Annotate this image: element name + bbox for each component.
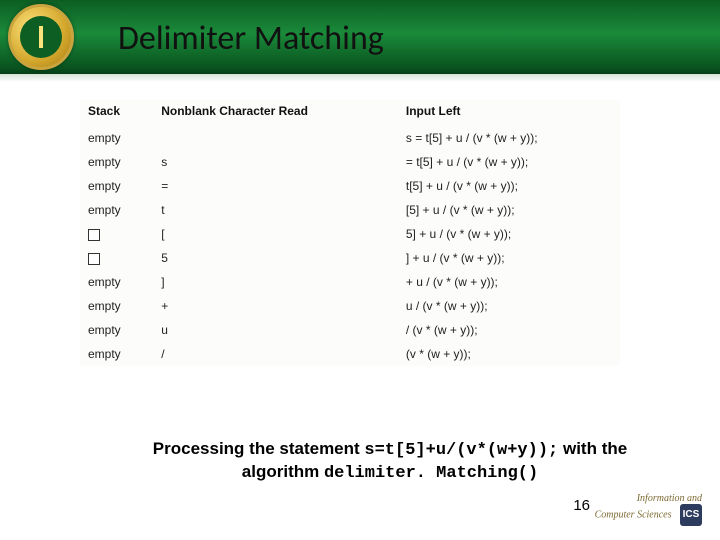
footer-line-2: Computer Sciences bbox=[595, 509, 672, 520]
university-logo bbox=[8, 4, 74, 70]
page-number: 16 bbox=[573, 497, 590, 514]
table-row: emptyt[5] + u / (v * (w + y)); bbox=[80, 198, 620, 222]
input-cell: ] + u / (v * (w + y)); bbox=[398, 246, 620, 270]
input-cell: = t[5] + u / (v * (w + y)); bbox=[398, 150, 620, 174]
caption-prefix: Processing the statement bbox=[153, 439, 365, 458]
table-row: empty/(v * (w + y)); bbox=[80, 342, 620, 366]
read-cell: t bbox=[153, 198, 398, 222]
table-row: 5] + u / (v * (w + y)); bbox=[80, 246, 620, 270]
read-cell bbox=[153, 126, 398, 150]
slide-title: Delimiter Matching bbox=[118, 18, 384, 59]
input-cell: 5] + u / (v * (w + y)); bbox=[398, 222, 620, 246]
table-row: emptyu/ (v * (w + y)); bbox=[80, 318, 620, 342]
read-cell: 5 bbox=[153, 246, 398, 270]
trace-table-container: Stack Nonblank Character Read Input Left… bbox=[80, 100, 620, 366]
stack-cell: empty bbox=[80, 174, 153, 198]
input-cell: u / (v * (w + y)); bbox=[398, 294, 620, 318]
read-cell: ] bbox=[153, 270, 398, 294]
slide-header: Delimiter Matching bbox=[0, 0, 720, 76]
input-cell: [5] + u / (v * (w + y)); bbox=[398, 198, 620, 222]
input-cell: s = t[5] + u / (v * (w + y)); bbox=[398, 126, 620, 150]
stack-cell bbox=[80, 222, 153, 246]
table-row: empty s = t[5] + u / (v * (w + y)); bbox=[80, 126, 620, 150]
table-row: empty=t[5] + u / (v * (w + y)); bbox=[80, 174, 620, 198]
col-read: Nonblank Character Read bbox=[153, 100, 398, 126]
input-cell: t[5] + u / (v * (w + y)); bbox=[398, 174, 620, 198]
ics-badge-icon: ICS bbox=[680, 504, 702, 526]
department-logo: Information and Computer Sciences ICS bbox=[595, 494, 702, 527]
col-stack: Stack bbox=[80, 100, 153, 126]
stack-cell: empty bbox=[80, 270, 153, 294]
input-cell: + u / (v * (w + y)); bbox=[398, 270, 620, 294]
trace-table: Stack Nonblank Character Read Input Left… bbox=[80, 100, 620, 366]
stack-cell bbox=[80, 246, 153, 270]
read-cell: = bbox=[153, 174, 398, 198]
stack-cell: empty bbox=[80, 342, 153, 366]
read-cell: u bbox=[153, 318, 398, 342]
input-cell: (v * (w + y)); bbox=[398, 342, 620, 366]
read-cell: s bbox=[153, 150, 398, 174]
stack-box-icon bbox=[88, 229, 100, 241]
logo-center-icon bbox=[20, 16, 62, 58]
caption: Processing the statement s=t[5]+u/(v*(w+… bbox=[130, 438, 650, 485]
stack-cell: empty bbox=[80, 126, 153, 150]
read-cell: / bbox=[153, 342, 398, 366]
caption-alg: delimiter. Matching() bbox=[324, 464, 538, 483]
caption-code: s=t[5]+u/(v*(w+y)); bbox=[364, 441, 558, 460]
stack-cell: empty bbox=[80, 294, 153, 318]
stack-box-icon bbox=[88, 253, 100, 265]
stack-cell: empty bbox=[80, 198, 153, 222]
table-row: empty]+ u / (v * (w + y)); bbox=[80, 270, 620, 294]
read-cell: + bbox=[153, 294, 398, 318]
table-row: empty+u / (v * (w + y)); bbox=[80, 294, 620, 318]
stack-cell: empty bbox=[80, 318, 153, 342]
input-cell: / (v * (w + y)); bbox=[398, 318, 620, 342]
col-input: Input Left bbox=[398, 100, 620, 126]
table-row: emptys= t[5] + u / (v * (w + y)); bbox=[80, 150, 620, 174]
footer-line-1: Information and bbox=[637, 493, 702, 504]
read-cell: [ bbox=[153, 222, 398, 246]
stack-cell: empty bbox=[80, 150, 153, 174]
table-row: [5] + u / (v * (w + y)); bbox=[80, 222, 620, 246]
